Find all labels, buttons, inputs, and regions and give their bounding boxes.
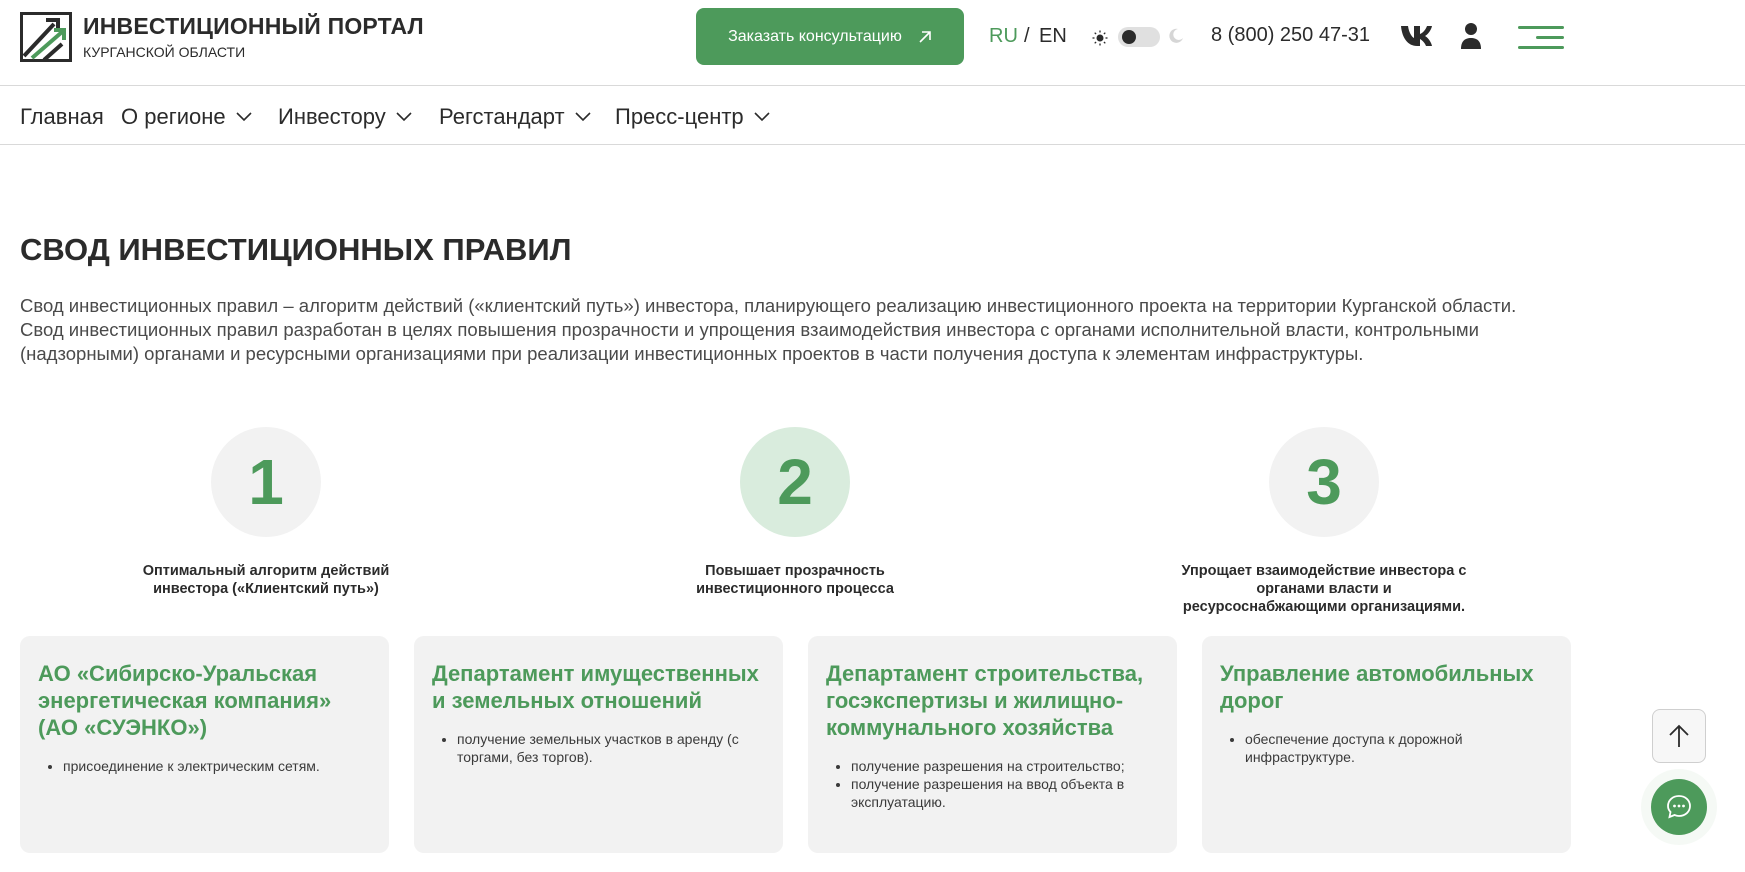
org-card-title: АО «Сибирско-Уральская энергетическая ко… <box>38 661 332 740</box>
lang-ru-link[interactable]: RU <box>989 25 1018 48</box>
org-card-services: присоединение к электрическим сетям. <box>38 757 371 775</box>
order-consultation-button[interactable]: Заказать консультацию <box>696 8 964 65</box>
logo-title[interactable]: ИНВЕСТИЦИОННЫЙ ПОРТАЛ <box>83 13 424 40</box>
burger-menu-icon[interactable] <box>1518 26 1564 50</box>
org-card-construction-department[interactable]: Департамент строительства, госэкспертизы… <box>808 636 1177 853</box>
vk-icon[interactable] <box>1400 23 1432 49</box>
org-card-services: получение земельных участков в аренду (с… <box>432 730 765 766</box>
nav-item-investor[interactable]: Инвестору <box>278 104 412 130</box>
phone-number[interactable]: 8 (800) 250 47-31 <box>1211 24 1370 47</box>
step-caption: Повышает прозрачность инвестиционного пр… <box>696 563 894 597</box>
step-caption: Упрощает взаимодействие инвестора с орга… <box>1181 563 1467 615</box>
chat-button[interactable] <box>1651 779 1707 835</box>
portal-logo[interactable] <box>20 12 72 62</box>
service-item: получение разрешения на ввод объекта в э… <box>851 775 1159 811</box>
arrow-up-icon <box>1669 724 1689 747</box>
org-card-title: Управление автомобильных дорог <box>1220 661 1534 713</box>
nav-item-home[interactable]: Главная <box>20 104 104 130</box>
theme-toggle[interactable] <box>1118 27 1160 47</box>
service-item: получение земельных участков в аренду (с… <box>457 730 765 766</box>
org-card-property-department[interactable]: Департамент имущественных и земельных от… <box>414 636 783 853</box>
nav-item-regstandard[interactable]: Регстандарт <box>439 104 591 130</box>
nav-item-label: Инвестору <box>278 104 386 129</box>
step-number-circle: 3 <box>1269 427 1379 537</box>
scroll-to-top-button[interactable] <box>1652 709 1706 763</box>
site-header: ИНВЕСТИЦИОННЫЙ ПОРТАЛ КУРГАНСКОЙ ОБЛАСТИ… <box>0 0 1745 86</box>
step-item: 3 Упрощает взаимодействие инвестора с ор… <box>1144 427 1504 616</box>
intro-text: Свод инвестиционных правил – алгоритм де… <box>20 295 1517 364</box>
order-consultation-label: Заказать консультацию <box>728 27 902 45</box>
lang-separator: / <box>1024 25 1030 47</box>
chevron-down-icon <box>396 112 412 122</box>
nav-item-press-center[interactable]: Пресс-центр <box>615 104 770 130</box>
nav-item-label: Пресс-центр <box>615 104 744 129</box>
user-icon[interactable] <box>1460 22 1482 50</box>
arrow-up-right-icon <box>919 30 931 43</box>
org-card-services: получение разрешения на строительство; п… <box>826 757 1159 811</box>
nav-item-label: Регстандарт <box>439 104 565 129</box>
service-item: обеспечение доступа к дорожной инфрастру… <box>1245 730 1553 766</box>
nav-item-label: Главная <box>20 104 104 129</box>
step-item: 1 Оптимальный алгоритм действий инвестор… <box>86 427 446 598</box>
moon-icon <box>1169 28 1183 43</box>
main-navigation: Главная О регионе Инвестору Регстандарт … <box>0 87 1745 145</box>
step-caption: Оптимальный алгоритм действий инвестора … <box>142 563 390 597</box>
org-card-title: Департамент имущественных и земельных от… <box>432 661 759 713</box>
step-number-circle: 1 <box>211 427 321 537</box>
chevron-down-icon <box>236 112 252 122</box>
nav-item-label: О регионе <box>121 104 226 129</box>
step-item: 2 Повышает прозрачность инвестиционного … <box>615 427 975 598</box>
org-card-title: Департамент строительства, госэкспертизы… <box>826 661 1144 740</box>
org-card-suenko[interactable]: АО «Сибирско-Уральская энергетическая ко… <box>20 636 389 853</box>
chevron-down-icon <box>754 112 770 122</box>
step-number-circle: 2 <box>740 427 850 537</box>
nav-item-about-region[interactable]: О регионе <box>121 104 252 130</box>
service-item: получение разрешения на строительство; <box>851 757 1159 775</box>
org-card-services: обеспечение доступа к дорожной инфрастру… <box>1220 730 1553 766</box>
logo-subtitle[interactable]: КУРГАНСКОЙ ОБЛАСТИ <box>83 44 245 60</box>
page-title: СВОД ИНВЕСТИЦИОННЫХ ПРАВИЛ <box>20 232 572 267</box>
theme-switcher <box>1092 26 1192 48</box>
chevron-down-icon <box>575 112 591 122</box>
chat-icon <box>1667 795 1691 819</box>
toggle-knob <box>1122 30 1136 44</box>
service-item: присоединение к электрическим сетям. <box>63 757 371 775</box>
org-card-roads-department[interactable]: Управление автомобильных дорог обеспечен… <box>1202 636 1571 853</box>
sun-icon <box>1092 30 1108 46</box>
lang-en-link[interactable]: EN <box>1039 25 1067 48</box>
